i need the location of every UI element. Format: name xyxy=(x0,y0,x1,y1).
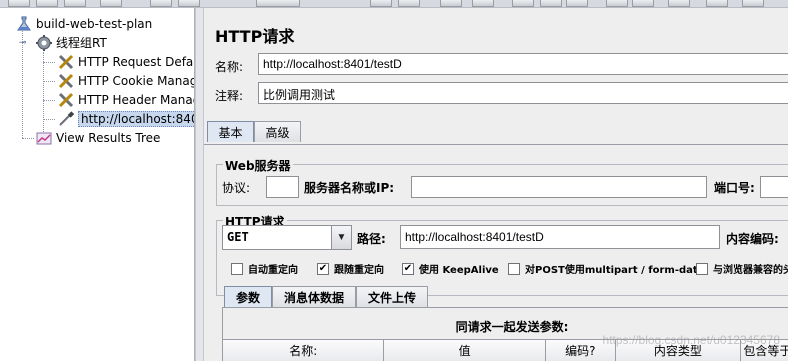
column-header-name[interactable]: 名称: xyxy=(223,340,385,361)
tree-connector xyxy=(43,62,55,63)
toolbar-button[interactable] xyxy=(100,0,122,7)
checkmark-icon: ✔ xyxy=(402,262,414,275)
redirect-auto-checkbox[interactable]: 自动重定向 xyxy=(231,261,298,276)
wrench-icon xyxy=(57,91,75,109)
toolbar-button[interactable] xyxy=(398,0,420,7)
checkbox-label: 与浏览器兼容的头 xyxy=(713,265,788,276)
tree-connector xyxy=(43,81,55,82)
protocol-label: 协议: xyxy=(222,181,251,195)
subtab-parameters[interactable]: 参数 xyxy=(224,286,272,307)
tab-basic[interactable]: 基本 xyxy=(207,121,254,142)
keepalive-checkbox[interactable]: ✔ 使用 KeepAlive xyxy=(402,261,499,276)
collapse-toggle-icon[interactable]: ⊸ xyxy=(18,38,27,47)
toolbar-button[interactable] xyxy=(256,0,300,7)
tab-divider xyxy=(204,144,788,145)
method-select[interactable]: GET ▼ xyxy=(222,225,352,250)
tree-node-label: View Results Tree xyxy=(56,130,161,145)
wrench-icon xyxy=(57,72,75,90)
checkbox-label: 自动重定向 xyxy=(248,265,298,276)
tree-node-cookie-manager[interactable]: HTTP Cookie Manager xyxy=(57,71,194,90)
tree-node-header-manager[interactable]: HTTP Header Manager xyxy=(57,90,194,109)
tree-node-label: build-web-test-plan xyxy=(36,16,153,31)
web-server-title: Web服务器 xyxy=(223,157,293,174)
subtab-body-data[interactable]: 消息体数据 xyxy=(272,286,356,307)
subtab-file-upload[interactable]: 文件上传 xyxy=(356,286,428,307)
test-plan-icon xyxy=(15,15,33,33)
checkbox-label: 对POST使用multipart / form-data xyxy=(525,265,705,276)
checkmark-icon: ✔ xyxy=(317,262,329,275)
column-header-value[interactable]: 值 xyxy=(384,340,546,361)
toolbar xyxy=(0,0,788,8)
tree-node-request-defaults[interactable]: HTTP Request Defaults xyxy=(57,52,194,71)
tree-node-label: HTTP Header Manager xyxy=(78,92,194,107)
name-label: 名称: xyxy=(215,60,244,74)
page-title: HTTP请求 xyxy=(215,27,295,46)
multipart-checkbox[interactable]: 对POST使用multipart / form-data xyxy=(508,261,704,276)
toolbar-button[interactable] xyxy=(742,0,764,7)
tree-node-thread-group[interactable]: 线程组RT xyxy=(35,33,107,52)
checkbox-box xyxy=(231,262,243,275)
panel-splitter[interactable] xyxy=(195,8,204,361)
toolbar-button[interactable] xyxy=(706,0,728,7)
chart-icon xyxy=(35,129,53,147)
toolbar-button[interactable] xyxy=(370,0,392,7)
wrench-icon xyxy=(57,53,75,71)
tab-advanced[interactable]: 高级 xyxy=(254,121,301,142)
checkbox-label: 跟随重定向 xyxy=(334,265,384,276)
tree-node-label: 线程组RT xyxy=(56,36,107,50)
tree-node-http-request[interactable]: http://localhost:8401/testD xyxy=(57,109,194,128)
toolbar-button[interactable] xyxy=(472,0,494,7)
http-request-panel: HTTP请求 名称: http://localhost:8401/testD 注… xyxy=(204,8,788,361)
encoding-label: 内容编码: xyxy=(726,232,779,246)
path-label: 路径: xyxy=(357,232,386,246)
toolbar-button[interactable] xyxy=(150,0,172,7)
watermark: https://blog.csdn.net/u012345678 xyxy=(602,333,780,347)
toolbar-button[interactable] xyxy=(36,0,58,7)
chevron-down-icon[interactable]: ▼ xyxy=(331,226,351,249)
protocol-field[interactable] xyxy=(266,176,299,198)
tree-connector xyxy=(22,138,34,139)
toolbar-button[interactable] xyxy=(540,0,562,7)
checkbox-box xyxy=(696,262,708,275)
comment-label: 注释: xyxy=(215,89,244,103)
tree-node-test-plan[interactable]: build-web-test-plan xyxy=(15,14,152,33)
tree-node-label: HTTP Request Defaults xyxy=(78,54,194,69)
path-field[interactable]: http://localhost:8401/testD xyxy=(400,225,720,249)
method-value: GET xyxy=(227,230,249,244)
name-field[interactable]: http://localhost:8401/testD xyxy=(258,53,788,75)
browser-compatible-headers-checkbox[interactable]: 与浏览器兼容的头 xyxy=(696,261,788,276)
tree-connector xyxy=(22,42,23,138)
test-plan-tree[interactable]: build-web-test-plan ⊸ 线程组RT HTTP Request… xyxy=(0,8,195,361)
toolbar-button[interactable] xyxy=(440,0,462,7)
gear-icon xyxy=(35,34,53,52)
toolbar-button[interactable] xyxy=(668,0,690,7)
toolbar-button[interactable] xyxy=(606,0,628,7)
pipette-icon xyxy=(57,110,75,128)
toolbar-button[interactable] xyxy=(512,0,534,7)
port-label: 端口号: xyxy=(714,181,755,195)
tree-connector xyxy=(43,119,55,120)
checkbox-box xyxy=(508,262,520,275)
port-field[interactable] xyxy=(760,176,788,198)
tree-connector xyxy=(43,100,55,101)
toolbar-button[interactable] xyxy=(632,0,654,7)
server-label: 服务器名称或IP: xyxy=(304,181,395,195)
tree-node-label: HTTP Cookie Manager xyxy=(78,73,194,88)
toolbar-button[interactable] xyxy=(566,0,588,7)
server-field[interactable] xyxy=(411,176,707,198)
toolbar-button[interactable] xyxy=(64,0,86,7)
tree-node-view-results-tree[interactable]: View Results Tree xyxy=(35,128,160,147)
follow-redirects-checkbox[interactable]: ✔ 跟随重定向 xyxy=(317,261,384,276)
comment-field[interactable]: 比例调用测试 xyxy=(258,82,788,104)
checkbox-label: 使用 KeepAlive xyxy=(419,265,499,276)
toolbar-button[interactable] xyxy=(178,0,200,7)
toolbar-button[interactable] xyxy=(8,0,30,7)
tree-node-label: http://localhost:8401/testD xyxy=(78,110,194,127)
